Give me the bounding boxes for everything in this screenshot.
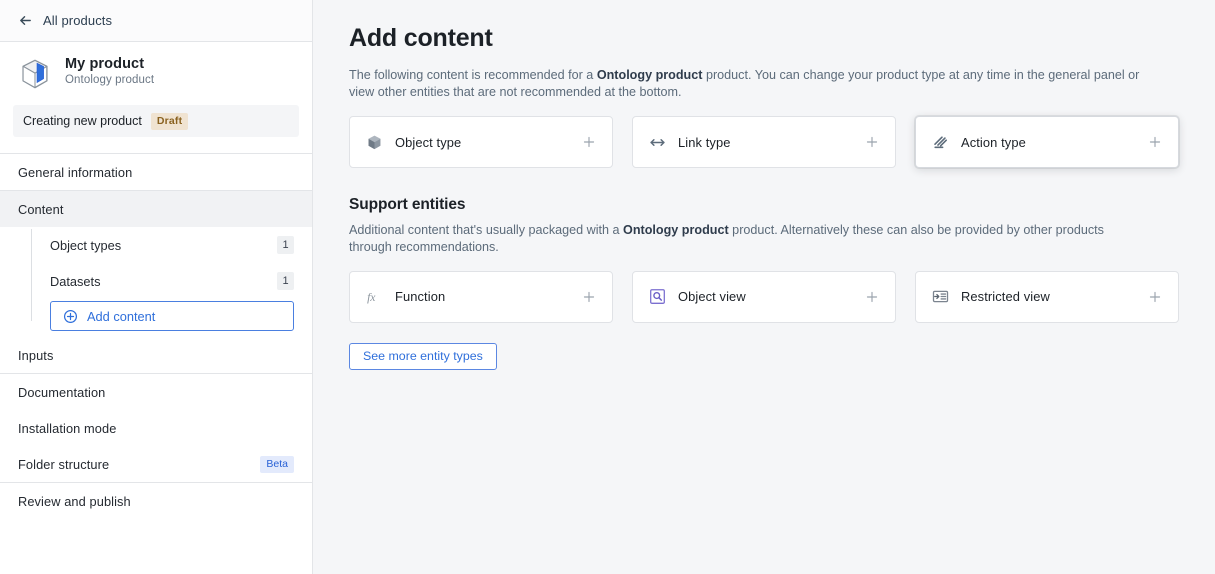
sidebar-subgroup-content: Object types 1 Datasets 1 Add content: [0, 227, 312, 331]
status-badge: Draft: [150, 112, 189, 130]
add-content-label: Add content: [87, 308, 156, 324]
add-icon[interactable]: [1148, 290, 1162, 304]
svg-text:fx: fx: [367, 291, 376, 304]
support-desc-before: Additional content that's usually packag…: [349, 223, 624, 238]
card-function[interactable]: fx Function: [349, 270, 613, 323]
intro-product-type: Ontology product: [596, 68, 703, 82]
fx-icon: fx: [366, 288, 383, 305]
sidebar-item-label: General information: [18, 164, 133, 180]
page-description: The following content is recommended for…: [349, 67, 1149, 100]
card-object-type[interactable]: Object type: [349, 116, 613, 169]
product-subtitle: Ontology product: [65, 74, 155, 86]
sidebar-item-general-information[interactable]: General information: [0, 154, 312, 190]
restricted-view-icon: [932, 288, 949, 305]
add-icon[interactable]: [865, 290, 879, 304]
sidebar-item-label: Review and publish: [18, 493, 131, 509]
support-desc-product-type: Ontology product: [623, 223, 729, 238]
sidebar-item-label: Datasets: [50, 273, 101, 289]
arrow-left-icon: [18, 13, 33, 28]
card-object-view[interactable]: Object view: [632, 270, 896, 323]
primary-entity-cards: Object type Link type Action type: [349, 116, 1179, 169]
product-name: My product: [65, 56, 145, 72]
add-icon[interactable]: [582, 290, 596, 304]
sidebar-item-label: Inputs: [18, 347, 54, 363]
sidebar-item-content[interactable]: Content: [0, 191, 312, 227]
card-link-type[interactable]: Link type: [632, 116, 896, 169]
sidebar: All products My product Ontology product…: [0, 0, 313, 574]
add-icon[interactable]: [582, 135, 596, 149]
back-to-all-products[interactable]: All products: [0, 0, 312, 42]
product-box-icon: [18, 57, 52, 91]
support-entities-title: Support entities: [349, 196, 466, 214]
sidebar-nav: General information Content Object types…: [0, 153, 312, 519]
support-entity-cards: fx Function Object view Restricted view: [349, 270, 1179, 323]
object-types-count: 1: [277, 236, 294, 254]
card-label: Action type: [961, 134, 1026, 150]
sidebar-item-label: Installation mode: [18, 420, 117, 436]
sidebar-item-review-and-publish[interactable]: Review and publish: [0, 483, 312, 519]
sidebar-item-folder-structure[interactable]: Folder structure Beta: [0, 446, 312, 482]
cube-icon: [366, 134, 383, 151]
product-header: My product Ontology product: [0, 42, 312, 103]
see-more-entity-types-button[interactable]: See more entity types: [349, 342, 497, 370]
status-banner: Creating new product Draft: [13, 105, 299, 137]
intro-text-before: The following content is recommended for…: [349, 68, 597, 82]
sidebar-item-datasets[interactable]: Datasets 1: [30, 263, 312, 299]
card-restricted-view[interactable]: Restricted view: [915, 270, 1179, 323]
back-label: All products: [43, 13, 113, 28]
card-label: Link type: [678, 134, 731, 150]
main-content: Add content The following content is rec…: [313, 0, 1215, 574]
sidebar-item-inputs[interactable]: Inputs: [0, 337, 312, 373]
plus-circle-icon: [63, 309, 78, 324]
sidebar-item-label: Folder structure: [18, 456, 110, 472]
card-label: Object view: [678, 289, 746, 305]
sidebar-item-label: Object types: [50, 237, 122, 253]
see-more-label: See more entity types: [363, 349, 483, 364]
status-text: Creating new product: [23, 114, 142, 128]
add-content-button[interactable]: Add content: [50, 301, 294, 331]
object-view-search-icon: [649, 288, 666, 305]
card-label: Function: [395, 289, 446, 305]
action-strikes-icon: [932, 134, 949, 151]
page-title: Add content: [349, 24, 493, 52]
app-root: All products My product Ontology product…: [0, 0, 1215, 574]
sidebar-item-installation-mode[interactable]: Installation mode: [0, 410, 312, 446]
sidebar-item-label: Documentation: [18, 384, 106, 400]
datasets-count: 1: [277, 272, 294, 290]
beta-badge: Beta: [260, 455, 294, 473]
sidebar-item-label: Content: [18, 201, 64, 217]
sidebar-item-documentation[interactable]: Documentation: [0, 374, 312, 410]
card-action-type[interactable]: Action type: [915, 116, 1179, 169]
double-arrow-icon: [649, 134, 666, 151]
card-label: Object type: [395, 134, 462, 150]
card-label: Restricted view: [961, 289, 1050, 305]
sidebar-item-object-types[interactable]: Object types 1: [30, 227, 312, 263]
add-icon[interactable]: [865, 135, 879, 149]
add-icon[interactable]: [1148, 135, 1162, 149]
support-entities-description: Additional content that's usually packag…: [349, 222, 1124, 255]
